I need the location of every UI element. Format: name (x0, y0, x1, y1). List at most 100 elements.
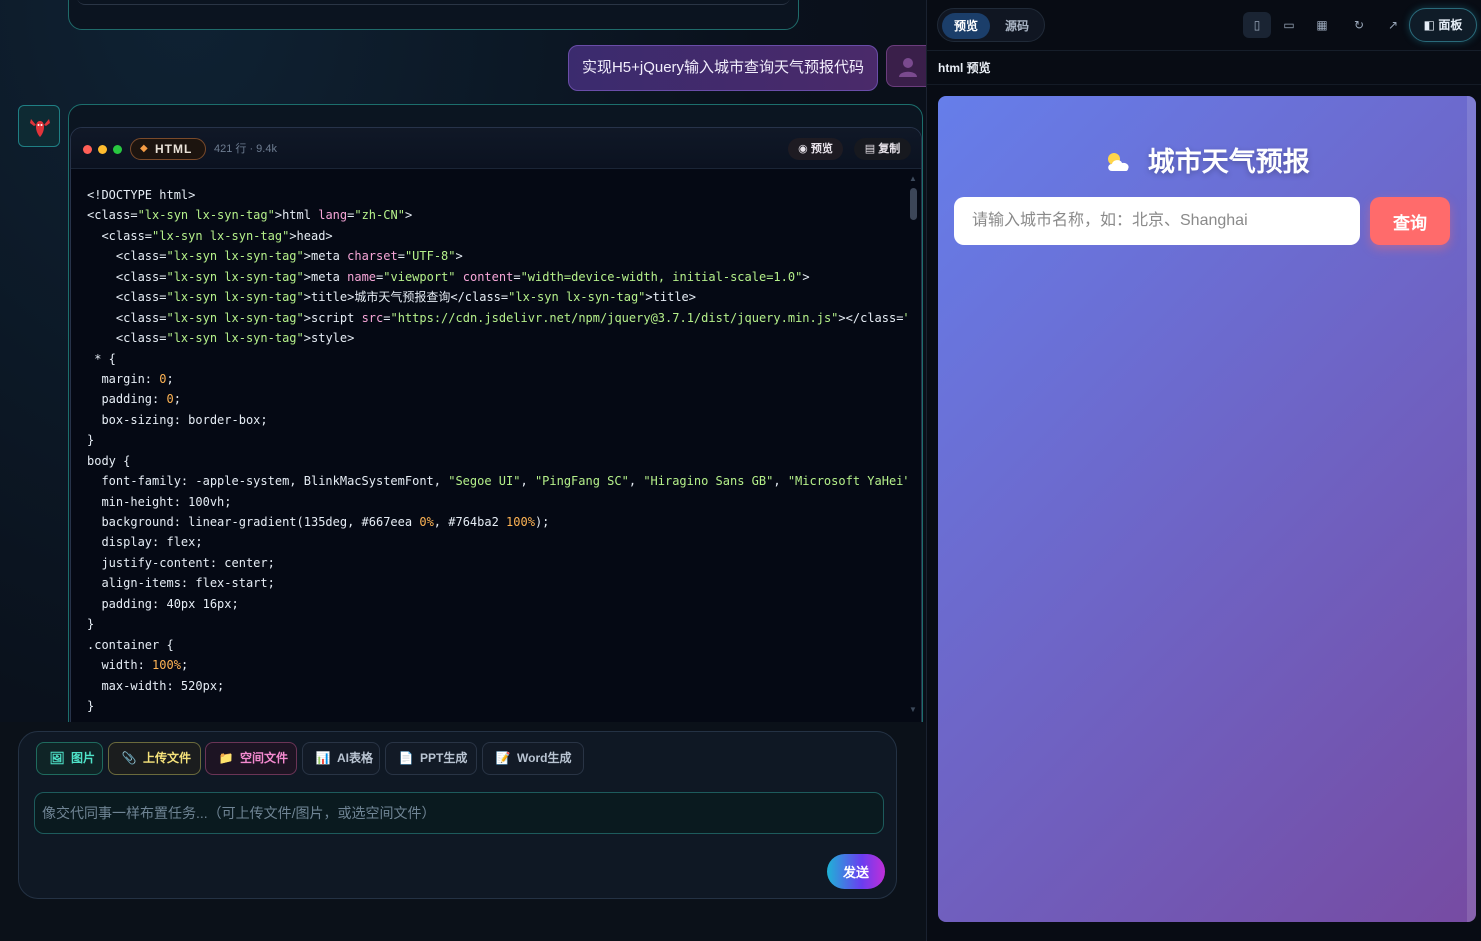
desktop-icon[interactable]: ▦ (1308, 12, 1336, 38)
scroll-thumb[interactable] (910, 188, 917, 220)
panel-label: 面板 (1438, 18, 1463, 32)
user-icon (899, 58, 917, 77)
language-label: HTML (155, 142, 193, 156)
code-token: >head> (289, 228, 333, 243)
code-token: box-sizing: border-box; (87, 412, 268, 427)
code-token: "Segoe UI" (448, 474, 521, 489)
window-dot-red (83, 145, 92, 154)
code-preview-button[interactable]: ◉ 预览 (788, 138, 843, 160)
tab-preview[interactable]: 预览 (942, 13, 990, 39)
code-token: } (87, 433, 95, 448)
preview-pane: 预览 源码 ▯ ▭ ▦ ↻ ↗ ◧ 面板 html 预览 城市天气预报 查询 (926, 0, 1481, 941)
code-line: <class="lx-syn lx-syn-tag">meta charset=… (87, 246, 907, 266)
tablet-icon[interactable]: ▭ (1275, 12, 1303, 38)
ai-table-chip[interactable]: 📊 AI表格 (302, 742, 380, 775)
query-button[interactable]: 查询 (1370, 197, 1450, 245)
mobile-icon[interactable]: ▯ (1243, 12, 1271, 38)
code-line: <class="lx-syn lx-syn-tag">script src="h… (87, 308, 907, 328)
code-line: display: flex; (87, 532, 907, 552)
city-input[interactable] (954, 197, 1360, 245)
tab-source[interactable]: 源码 (993, 13, 1041, 39)
view-toggle: 预览 源码 (937, 8, 1045, 42)
chart-icon: 📊 (315, 751, 331, 765)
upload-file-chip[interactable]: 📎 上传文件 (108, 742, 201, 775)
code-line: justify-content: center; (87, 553, 907, 573)
diamond-icon: ◆ (140, 143, 149, 154)
refresh-icon[interactable]: ↻ (1345, 12, 1373, 38)
code-token: padding: 40px 16px; (87, 596, 239, 611)
word-chip-label: Word生成 (517, 751, 572, 765)
code-token: ></class= (838, 310, 904, 325)
preview-frame: 城市天气预报 查询 (938, 96, 1476, 922)
word-chip[interactable]: 📝 Word生成 (482, 742, 584, 775)
external-link-icon[interactable]: ↗ (1379, 12, 1407, 38)
code-token: "PingFang SC" (534, 474, 629, 489)
user-avatar (886, 45, 926, 87)
code-token: 0% (419, 515, 434, 529)
clipboard-icon: ▤ (864, 143, 876, 155)
document-icon: 📄 (398, 751, 414, 765)
task-input[interactable] (34, 792, 884, 834)
code-line: <class="lx-syn lx-syn-tag">title>城市天气预报查… (87, 287, 907, 307)
code-vertical-scrollbar[interactable]: ▲ ▼ (908, 174, 918, 714)
code-token: 100% (506, 515, 535, 529)
folder-icon: 📁 (218, 751, 234, 765)
eye-icon: ◉ (798, 143, 808, 155)
code-block: ◆ HTML 421 行 · 9.4k ◉ 预览 ▤ 复制 <!DOCTYPE … (70, 127, 922, 737)
code-token: "https://cdn.jsdelivr.net/npm/jquery@3.7… (390, 310, 839, 325)
code-token: margin: (87, 371, 160, 386)
code-token: lang (318, 208, 348, 223)
code-token: "Microsoft YaHei" (787, 474, 907, 489)
label-divider (927, 84, 1481, 85)
code-token: , (773, 474, 788, 489)
code-token: "lx-syn lx-syn-tag" (152, 228, 290, 243)
code-token: content (462, 269, 514, 284)
panel-button[interactable]: ◧ 面板 (1409, 8, 1477, 42)
code-line: <class="lx-syn lx-syn-tag">style> (87, 328, 907, 348)
code-token: <class= (87, 290, 167, 305)
panel-icon: ◧ (1423, 18, 1435, 32)
lobster-icon (30, 119, 50, 137)
image-chip[interactable]: 🖼 图片 (36, 742, 103, 775)
code-token: = (397, 249, 405, 264)
pencil-doc-icon: 📝 (495, 751, 511, 765)
code-token: align-items: flex-start; (87, 576, 275, 591)
code-token: <class= (87, 249, 167, 264)
code-token: width: (87, 658, 153, 673)
code-token: "lx-syn lx-syn-tag" (166, 269, 304, 284)
code-token: > (455, 249, 463, 264)
frame-scrollbar[interactable] (1467, 96, 1476, 922)
code-line: padding: 0; (87, 389, 907, 409)
code-token: 0 (166, 392, 174, 407)
code-token: .container { (87, 637, 174, 652)
code-line: <class="lx-syn lx-syn-tag">head> (87, 226, 907, 246)
paperclip-icon: 📎 (121, 751, 137, 765)
code-line: min-height: 100vh; (87, 492, 907, 512)
code-line: font-family: -apple-system, BlinkMacSyst… (87, 471, 907, 491)
code-token: >html (274, 208, 319, 223)
code-token: , #764ba2 (433, 515, 507, 529)
code-copy-button[interactable]: ▤ 复制 (854, 138, 911, 160)
language-badge: ◆ HTML (130, 138, 206, 160)
ppt-chip[interactable]: 📄 PPT生成 (385, 742, 477, 775)
code-line: <!DOCTYPE html> (87, 185, 907, 205)
code-token: ; (166, 371, 174, 386)
code-token: 100% (152, 658, 181, 673)
code-preview-label: 预览 (810, 143, 833, 155)
bot-avatar (18, 105, 60, 147)
scroll-down-icon[interactable]: ▼ (908, 705, 918, 714)
code-line: margin: 0; (87, 369, 907, 389)
send-button[interactable]: 发送 (827, 854, 885, 889)
code-token: , (520, 474, 535, 489)
code-line: } (87, 430, 907, 450)
space-file-chip[interactable]: 📁 空间文件 (205, 742, 297, 775)
code-token: > (404, 208, 413, 223)
preview-file-label: html 预览 (938, 61, 991, 75)
scroll-up-icon[interactable]: ▲ (908, 174, 918, 183)
code-token: >title>城市天气预报查询</class= (303, 290, 509, 305)
chat-pane: 实现H5+jQuery输入城市查询天气预报代码 ◆ HTML 421 行 · 9… (0, 0, 926, 941)
code-token: "lx-syn lx-syn-tag" (137, 208, 275, 223)
code-token: "UTF-8" (404, 249, 456, 264)
code-token: charset (347, 249, 398, 264)
